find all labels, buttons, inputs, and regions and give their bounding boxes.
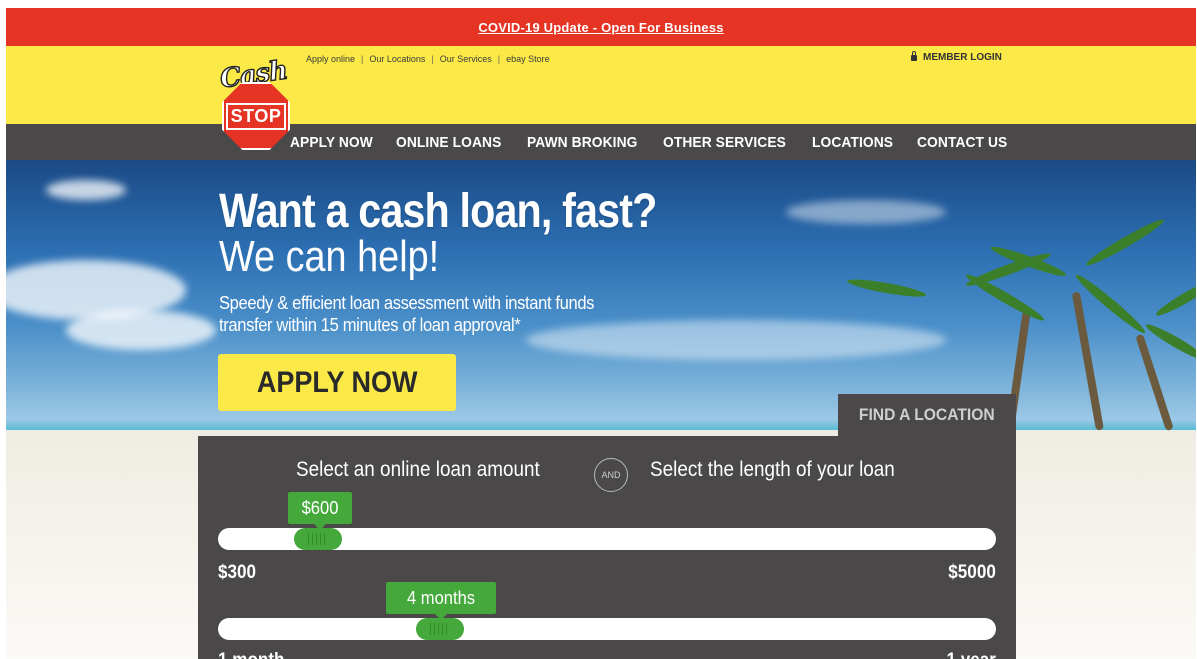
loan-calculator: Select an online loan amount AND Select … [198,436,1016,659]
amount-value-label: $600 [301,497,339,518]
palm-leaf [1083,215,1167,270]
cloud-decoration [46,180,126,200]
top-link-apply-online[interactable]: Apply online [306,54,355,64]
top-link-ebay-store[interactable]: ebay Store [506,54,550,64]
palm-tree-trunk [1071,291,1104,431]
length-value-bubble: 4 months [386,582,496,620]
cloud-decoration [66,310,216,350]
palm-leaf [963,270,1047,325]
member-login-link[interactable]: MEMBER LOGIN [911,50,1002,63]
apply-now-button[interactable]: APPLY NOW [218,354,456,411]
palm-leaf [846,276,927,300]
palm-tree-trunk [1135,333,1174,432]
length-value-label: 4 months [406,587,476,608]
find-a-location-label: FIND A LOCATION [859,405,995,424]
and-badge: AND [594,458,628,492]
nav-online-loans[interactable]: ONLINE LOANS [396,134,501,151]
find-a-location-tab[interactable]: FIND A LOCATION [838,394,1016,436]
top-link-our-services[interactable]: Our Services [440,54,492,64]
separator: | [361,54,364,64]
grip-icon [308,533,328,545]
main-nav: APPLY NOW ONLINE LOANS PAWN BROKING OTHE… [6,124,1196,160]
separator: | [431,54,434,64]
loan-length-heading: Select the length of your loan [650,458,895,481]
top-link-our-locations[interactable]: Our Locations [369,54,425,64]
covid-banner: COVID-19 Update - Open For Business [6,8,1196,46]
nav-contact-us[interactable]: CONTACT US [917,134,1007,151]
amount-slider-thumb[interactable] [294,528,342,550]
separator: | [497,54,501,64]
amount-value-bubble: $600 [288,492,352,530]
cloud-decoration [786,200,946,224]
nav-pawn-broking[interactable]: PAWN BROKING [527,134,637,151]
palm-leaf [1143,320,1196,365]
hero-banner: Want a cash loan, fast? We can help! Spe… [6,160,1196,659]
length-slider-track[interactable] [218,618,996,640]
amount-slider-track[interactable] [218,528,996,550]
browser-viewport: COVID-19 Update - Open For Business Appl… [6,8,1196,659]
grip-icon [430,623,450,635]
hero-subtitle: We can help! [219,232,440,281]
nav-other-services[interactable]: OTHER SERVICES [663,134,786,151]
nav-apply-now[interactable]: APPLY NOW [290,134,373,151]
amount-min-label: $300 [218,562,257,583]
amount-max-label: $5000 [948,562,996,583]
length-max-label: 1 year [947,650,996,659]
member-login-label: MEMBER LOGIN [923,52,1002,63]
length-slider-thumb[interactable] [416,618,464,640]
covid-update-link[interactable]: COVID-19 Update - Open For Business [478,20,723,35]
nav-locations[interactable]: LOCATIONS [812,134,893,151]
apply-now-label: APPLY NOW [256,365,418,399]
lock-icon [911,50,917,61]
loan-amount-heading: Select an online loan amount [296,458,540,481]
logo-stop-text: STOP [225,102,287,130]
cash-stop-logo[interactable]: Cash STOP [218,54,294,150]
site-header: Apply online | Our Locations | Our Servi… [6,46,1196,124]
hero-description: Speedy & efficient loan assessment with … [219,293,595,335]
length-min-label: 1 month [218,650,285,659]
top-links: Apply online | Our Locations | Our Servi… [306,54,550,64]
palm-leaf [1153,275,1196,320]
